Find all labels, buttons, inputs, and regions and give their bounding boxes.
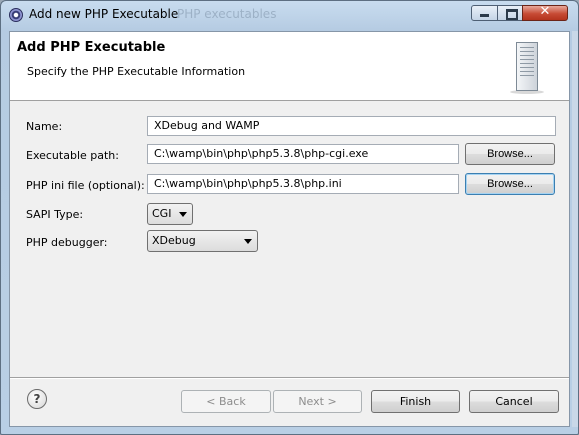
close-icon: ✕ (539, 4, 551, 19)
php-ini-input[interactable]: C:\wamp\bin\php\php5.3.8\php.ini (147, 174, 459, 194)
title-bar[interactable]: Add new PHP Executable PHP executables ✕ (1, 1, 578, 29)
php-ini-label: PHP ini file (optional): (26, 179, 145, 192)
minimize-button[interactable] (471, 5, 498, 21)
executable-path-label: Executable path: (26, 149, 119, 162)
window-title: Add new PHP Executable (29, 7, 179, 21)
next-button[interactable]: Next > (273, 390, 362, 413)
button-bar-separator (10, 377, 569, 379)
dialog-window: Add new PHP Executable PHP executables ✕… (0, 0, 579, 435)
eclipse-icon (9, 8, 23, 22)
browse-ini-button[interactable]: Browse... (465, 173, 555, 195)
name-input[interactable]: XDebug and WAMP (147, 116, 556, 136)
maximize-button[interactable] (497, 5, 523, 21)
cancel-button[interactable]: Cancel (469, 390, 559, 413)
chevron-down-icon (244, 239, 252, 244)
php-debugger-label: PHP debugger: (26, 236, 108, 249)
executable-path-input[interactable]: C:\wamp\bin\php\php5.3.8\php-cgi.exe (147, 144, 459, 164)
php-debugger-value: XDebug (152, 234, 196, 247)
window-edge (572, 31, 578, 427)
maximize-icon (506, 9, 518, 20)
sapi-type-select[interactable]: CGI (147, 203, 193, 225)
help-icon[interactable]: ? (27, 389, 47, 409)
wizard-banner: Add PHP Executable Specify the PHP Execu… (10, 32, 569, 101)
banner-title: Add PHP Executable (17, 40, 166, 55)
background-window-title: PHP executables (177, 7, 277, 21)
name-label: Name: (26, 120, 63, 133)
php-debugger-select[interactable]: XDebug (147, 230, 258, 252)
back-button[interactable]: < Back (181, 390, 271, 413)
browse-executable-button[interactable]: Browse... (465, 143, 555, 165)
chevron-down-icon (179, 212, 187, 217)
dialog-client-area: Add PHP Executable Specify the PHP Execu… (9, 31, 570, 427)
sapi-type-label: SAPI Type: (26, 208, 84, 221)
minimize-icon (480, 14, 489, 17)
sapi-type-value: CGI (152, 207, 172, 220)
close-button[interactable]: ✕ (522, 4, 568, 21)
server-icon (516, 42, 538, 91)
finish-button[interactable]: Finish (371, 390, 460, 413)
banner-description: Specify the PHP Executable Information (27, 65, 246, 78)
